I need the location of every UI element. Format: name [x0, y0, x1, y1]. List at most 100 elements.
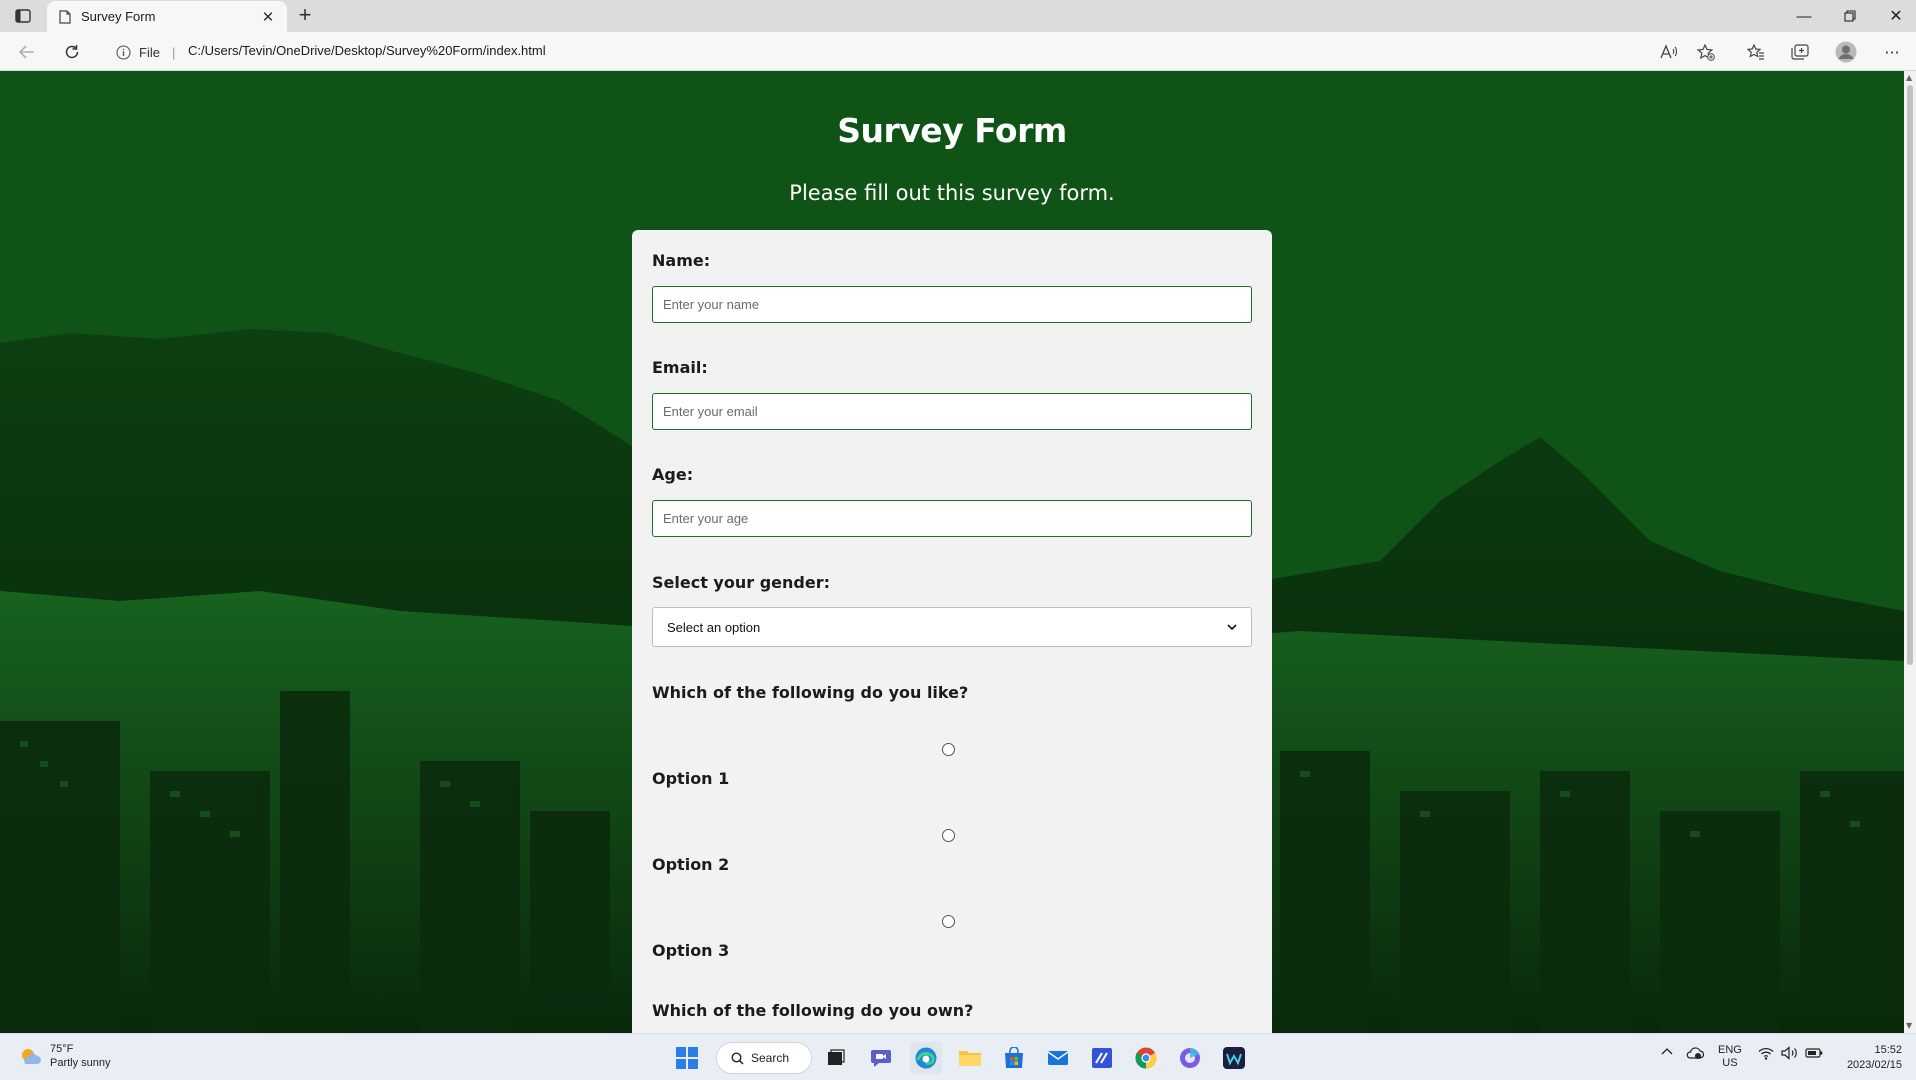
microsoft-store-button[interactable] — [998, 1042, 1030, 1074]
avatar-icon — [1835, 41, 1857, 63]
read-aloud-icon — [1660, 44, 1678, 59]
navigation-bar: File | C:/Users/Tevin/OneDrive/Desktop/S… — [0, 32, 1916, 71]
option-1-label: Option 1 — [652, 769, 730, 788]
email-input[interactable] — [652, 393, 1252, 430]
chevron-down-icon — [1227, 623, 1237, 630]
weather-widget[interactable]: 75°F Partly sunny — [18, 1042, 111, 1070]
refresh-icon — [65, 45, 79, 59]
browser-tab[interactable]: Survey Form ✕ — [47, 1, 287, 32]
language-indicator[interactable]: ENG US — [1718, 1044, 1742, 1070]
close-tab-icon[interactable]: ✕ — [259, 8, 277, 26]
weather-temperature: 75°F — [50, 1043, 74, 1055]
chrome-button[interactable] — [1130, 1042, 1162, 1074]
back-arrow-icon — [19, 45, 34, 59]
new-tab-button[interactable]: + — [293, 4, 317, 28]
site-info-button[interactable]: File | — [116, 41, 185, 63]
weather-description: Partly sunny — [50, 1057, 111, 1069]
collections-button[interactable] — [1787, 40, 1813, 64]
page-icon — [59, 9, 71, 24]
read-aloud-button[interactable] — [1656, 40, 1682, 64]
store-icon — [1005, 1047, 1023, 1068]
back-button[interactable] — [14, 39, 40, 65]
age-label: Age: — [652, 465, 694, 484]
page-description: Please fill out this survey form. — [789, 181, 1115, 205]
profile-button[interactable] — [1833, 40, 1859, 64]
taskbar-clock[interactable]: 15:52 2023/02/15 — [1836, 1043, 1902, 1073]
mail-icon — [1047, 1051, 1069, 1065]
star-add-icon — [1697, 43, 1715, 61]
app-w-button[interactable] — [1218, 1042, 1250, 1074]
windows-taskbar: 75°F Partly sunny Search ENG US 15:52 20… — [0, 1033, 1916, 1080]
tab-title: Survey Form — [81, 9, 156, 24]
more-icon: ··· — [1884, 42, 1900, 62]
owns-question-label: Which of the following do you own? — [652, 1001, 974, 1020]
task-view-button[interactable] — [820, 1042, 852, 1074]
page-title: Survey Form — [837, 111, 1067, 150]
page-viewport: Survey Form Please fill out this survey … — [0, 71, 1904, 1033]
volume-button[interactable] — [1781, 1046, 1798, 1063]
taskbar-search[interactable]: Search — [716, 1042, 812, 1074]
task-view-icon — [828, 1049, 845, 1065]
age-input[interactable] — [652, 500, 1252, 537]
collections-icon — [1791, 44, 1809, 60]
copilot-button[interactable] — [1174, 1042, 1206, 1074]
survey-form: Name: Email: Age: Select your gender: Se… — [632, 230, 1272, 1033]
language-code: ENG — [1718, 1044, 1742, 1056]
close-window-button[interactable]: ✕ — [1873, 0, 1916, 32]
network-button[interactable] — [1758, 1047, 1774, 1063]
gender-label: Select your gender: — [652, 573, 830, 592]
search-label: Search — [751, 1051, 790, 1065]
option-2-label: Option 2 — [652, 855, 730, 874]
mail-button[interactable] — [1042, 1042, 1074, 1074]
file-explorer-button[interactable] — [954, 1042, 986, 1074]
teams-chat-button[interactable] — [865, 1042, 897, 1074]
start-button[interactable] — [671, 1042, 703, 1074]
email-label: Email: — [652, 358, 708, 377]
app-w-icon — [1223, 1047, 1245, 1069]
edge-icon — [915, 1047, 937, 1069]
tab-actions-button[interactable] — [10, 5, 36, 27]
restore-button[interactable] — [1827, 0, 1873, 32]
page-scrollbar[interactable]: ▲ ▼ — [1904, 71, 1916, 1033]
url-separator: | — [171, 44, 176, 60]
edge-taskbar-button[interactable] — [910, 1042, 942, 1074]
scroll-down-icon[interactable]: ▼ — [1906, 1021, 1912, 1030]
cloud-sync-icon — [1686, 1047, 1705, 1059]
restore-icon — [1844, 10, 1856, 22]
chevron-up-icon — [1661, 1048, 1673, 1055]
folder-icon — [959, 1051, 981, 1066]
url-scheme-label: File — [139, 44, 160, 60]
clock-date: 2023/02/15 — [1846, 1059, 1902, 1071]
windows-logo-icon — [676, 1047, 698, 1069]
battery-button[interactable] — [1805, 1047, 1823, 1062]
tab-actions-icon — [15, 9, 31, 23]
option-3-label: Option 3 — [652, 941, 730, 960]
speaker-icon — [1781, 1046, 1797, 1060]
show-hidden-icons-button[interactable] — [1661, 1046, 1673, 1058]
visual-studio-button[interactable] — [1086, 1042, 1118, 1074]
name-input[interactable] — [652, 286, 1252, 323]
copilot-icon — [1180, 1048, 1200, 1068]
minimize-button[interactable]: — — [1781, 0, 1827, 32]
option-1-radio[interactable] — [942, 743, 955, 756]
scroll-up-icon[interactable]: ▲ — [1906, 73, 1912, 82]
onedrive-tray-button[interactable] — [1686, 1046, 1705, 1063]
likes-question-label: Which of the following do you like? — [652, 683, 969, 702]
address-bar-input[interactable]: C:/Users/Tevin/OneDrive/Desktop/Survey%2… — [188, 43, 546, 58]
search-icon — [731, 1051, 744, 1065]
chat-icon — [871, 1050, 891, 1067]
scrollbar-thumb[interactable] — [1907, 85, 1913, 665]
clock-time: 15:52 — [1874, 1044, 1902, 1056]
chrome-icon — [1135, 1047, 1157, 1069]
refresh-button[interactable] — [59, 39, 85, 65]
option-2-radio[interactable] — [942, 829, 955, 842]
favorites-icon — [1747, 44, 1764, 60]
favorites-button[interactable] — [1743, 40, 1769, 64]
add-favorite-button[interactable] — [1693, 40, 1719, 64]
gender-selected-value: Select an option — [667, 619, 761, 635]
settings-menu-button[interactable]: ··· — [1879, 40, 1905, 64]
option-3-radio[interactable] — [942, 915, 955, 928]
partly-sunny-icon — [22, 1049, 41, 1064]
gender-dropdown[interactable]: Select an option — [652, 607, 1252, 647]
code-app-icon — [1092, 1048, 1112, 1068]
